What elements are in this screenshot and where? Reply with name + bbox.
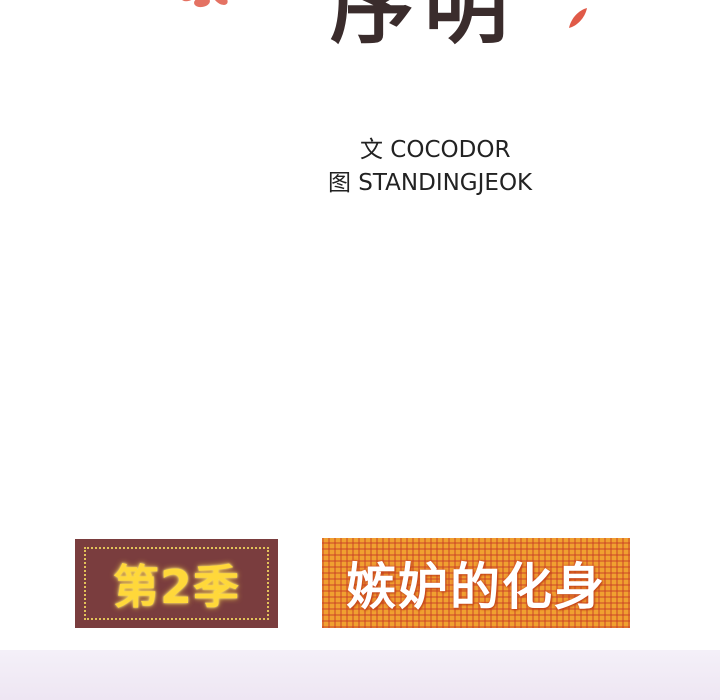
season-badge: 第2季 bbox=[75, 539, 278, 628]
artist-credit: 图 STANDINGJEOK bbox=[328, 170, 533, 196]
comic-title-fragment: 序明 bbox=[330, 0, 519, 55]
chapter-title-badge: 嫉妒的化身 bbox=[322, 538, 630, 628]
season-badge-frame: 第2季 bbox=[84, 547, 269, 620]
season-label: 第2季 bbox=[112, 559, 240, 614]
credits-block: 文 COCODOR 图 STANDINGJEOK bbox=[328, 134, 532, 200]
bottom-band bbox=[0, 650, 720, 700]
writer-credit: 文 COCODOR bbox=[360, 137, 511, 163]
chapter-title: 嫉妒的化身 bbox=[346, 558, 606, 616]
petal-icon bbox=[569, 8, 587, 28]
flower-decoration-icon bbox=[180, 0, 228, 8]
